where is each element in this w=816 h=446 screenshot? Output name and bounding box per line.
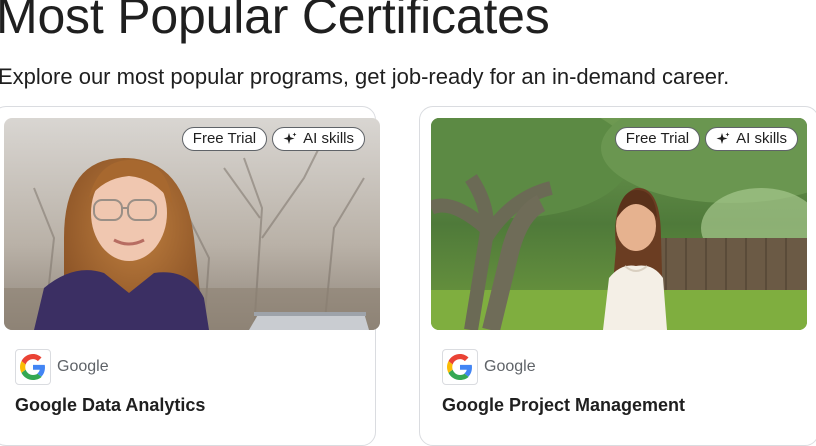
ai-skills-badge: AI skills — [272, 127, 365, 151]
section-title: Most Popular Certificates — [0, 0, 550, 44]
google-logo-icon — [447, 354, 472, 380]
partner-info: Google — [442, 349, 536, 385]
badge-label: Free Trial — [192, 130, 257, 147]
partner-logo — [442, 349, 478, 385]
partner-logo — [15, 349, 51, 385]
course-title[interactable]: Google Project Management — [442, 395, 685, 416]
course-card-data-analytics[interactable]: Free Trial AI skills Google Google Data … — [0, 106, 380, 446]
course-title[interactable]: Google Data Analytics — [15, 395, 205, 416]
badge-group: Free Trial AI skills — [614, 127, 798, 151]
free-trial-badge: Free Trial — [614, 127, 701, 151]
section-subtitle: Explore our most popular programs, get j… — [0, 64, 730, 89]
badge-label: AI skills — [303, 130, 354, 147]
partner-info: Google — [15, 349, 109, 385]
course-card-project-management[interactable]: Free Trial AI skills Google Google Proje… — [419, 106, 816, 446]
partner-name: Google — [484, 358, 536, 375]
badge-label: AI skills — [736, 130, 787, 147]
sparkle-icon — [716, 132, 730, 144]
google-logo-icon — [20, 354, 45, 380]
badge-label: Free Trial — [625, 130, 690, 147]
badge-group: Free Trial AI skills — [181, 127, 365, 151]
partner-name: Google — [57, 358, 109, 375]
sparkle-icon — [283, 132, 297, 144]
ai-skills-badge: AI skills — [705, 127, 798, 151]
free-trial-badge: Free Trial — [181, 127, 268, 151]
